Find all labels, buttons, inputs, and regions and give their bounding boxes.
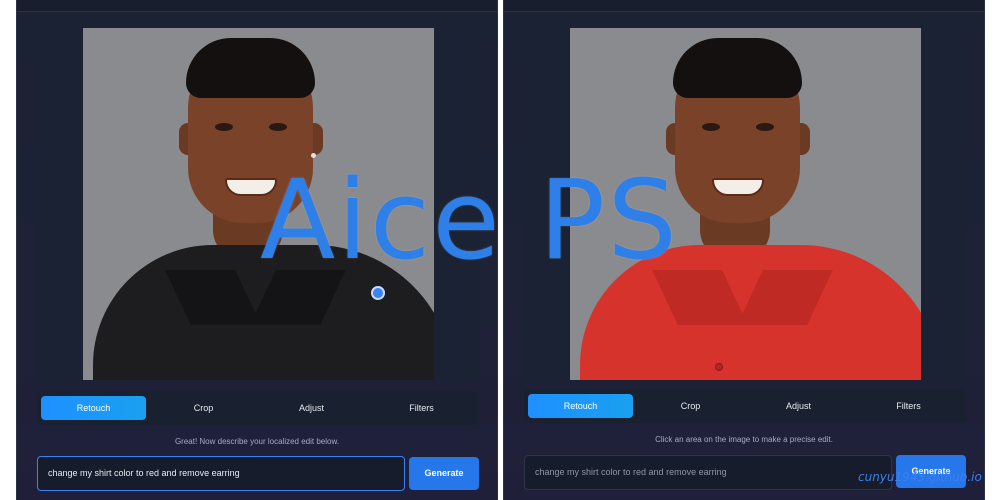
- tab-filters[interactable]: Filters: [856, 394, 961, 418]
- hair: [673, 38, 802, 98]
- top-bar: [17, 0, 497, 12]
- tab-filters[interactable]: Filters: [369, 396, 474, 420]
- edit-prompt-input[interactable]: change my shirt color to red and remove …: [524, 455, 892, 490]
- top-bar: [504, 0, 984, 12]
- tab-retouch[interactable]: Retouch: [41, 396, 146, 420]
- hair: [186, 38, 315, 98]
- tool-tabs: Retouch Crop Adjust Filters: [524, 389, 966, 423]
- tab-adjust[interactable]: Adjust: [259, 396, 364, 420]
- tab-retouch[interactable]: Retouch: [528, 394, 633, 418]
- watermark-text: cunyu1943.github.io: [858, 470, 982, 484]
- generate-button[interactable]: Generate: [409, 457, 479, 490]
- tab-crop[interactable]: Crop: [151, 396, 256, 420]
- edit-prompt-input[interactable]: change my shirt color to red and remove …: [37, 456, 405, 491]
- tab-crop[interactable]: Crop: [638, 394, 743, 418]
- tab-adjust[interactable]: Adjust: [746, 394, 851, 418]
- hint-text: Click an area on the image to make a pre…: [655, 435, 833, 444]
- selection-point-icon[interactable]: [371, 286, 385, 300]
- tool-tabs: Retouch Crop Adjust Filters: [37, 391, 479, 425]
- overlay-title: Aice PS: [260, 156, 680, 284]
- hint-text: Great! Now describe your localized edit …: [174, 437, 340, 446]
